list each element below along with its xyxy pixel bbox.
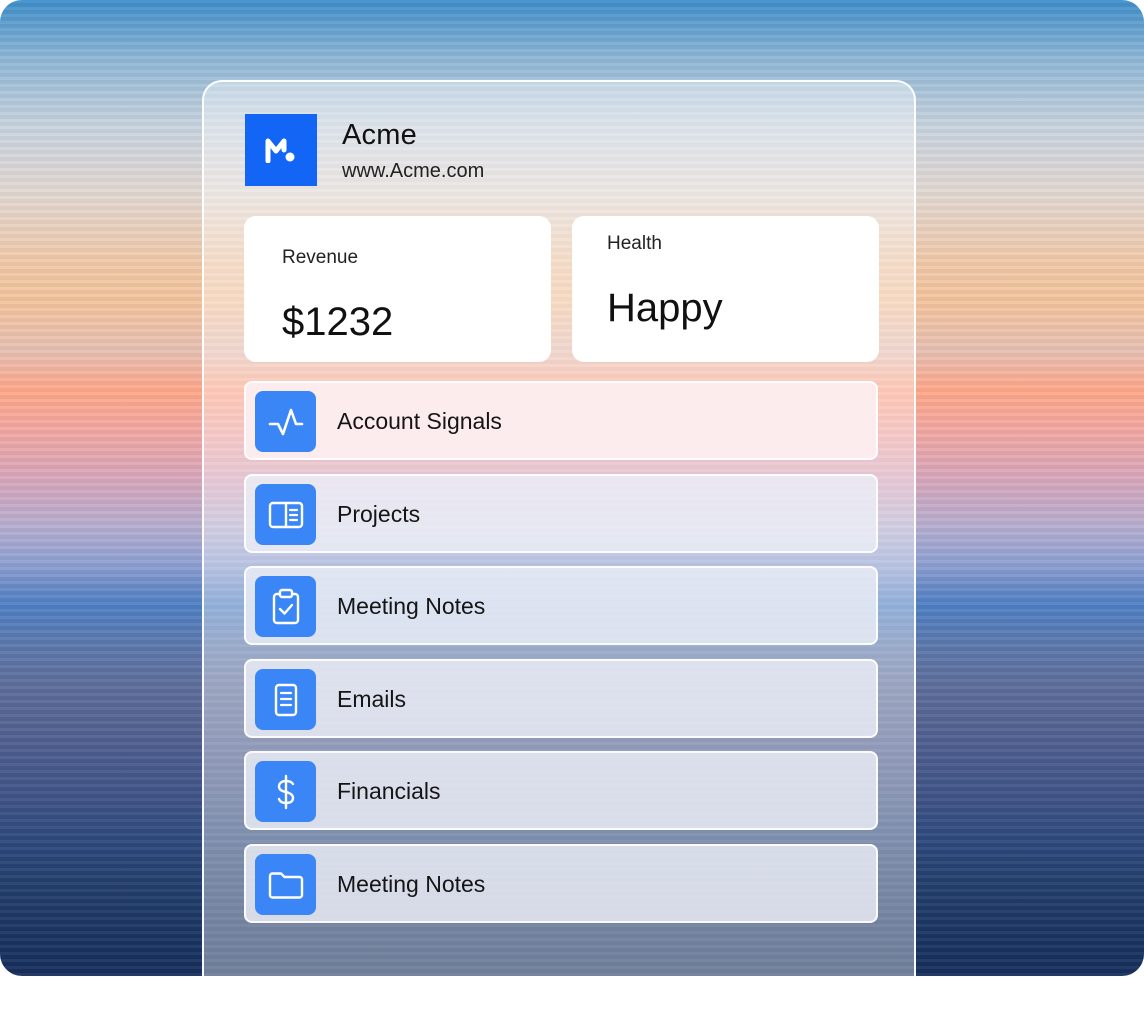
nav-item-meeting-notes[interactable]: Meeting Notes (244, 566, 878, 645)
clipboard-check-icon (255, 576, 316, 637)
revenue-label: Revenue (282, 247, 359, 268)
nav-item-projects[interactable]: Projects (244, 474, 878, 553)
document-icon (255, 669, 316, 730)
folder-icon (255, 854, 316, 915)
company-name: Acme (342, 119, 417, 151)
nav-item-meeting-notes-folder[interactable]: Meeting Notes (244, 844, 878, 923)
health-card: Health Happy (572, 216, 879, 362)
nav-item-label: Meeting Notes (337, 871, 486, 897)
health-label: Health (607, 233, 662, 254)
company-logo (245, 114, 317, 186)
nav-item-financials[interactable]: Financials (244, 751, 878, 830)
acme-logo-icon (265, 138, 295, 163)
revenue-card: Revenue $1232 (244, 216, 551, 362)
nav-item-account-signals[interactable]: Account Signals (244, 381, 878, 460)
nav-item-emails[interactable]: Emails (244, 659, 878, 738)
revenue-value: $1232 (282, 300, 394, 344)
pulse-icon (255, 391, 316, 452)
company-url[interactable]: www.Acme.com (342, 160, 484, 183)
health-value: Happy (607, 286, 723, 330)
dollar-icon (255, 761, 316, 822)
nav-item-label: Emails (337, 686, 407, 712)
book-icon (255, 484, 316, 545)
nav-item-label: Meeting Notes (337, 593, 486, 619)
nav-item-label: Financials (337, 778, 441, 804)
nav-item-label: Projects (337, 501, 421, 527)
nav-item-label: Account Signals (337, 408, 502, 434)
